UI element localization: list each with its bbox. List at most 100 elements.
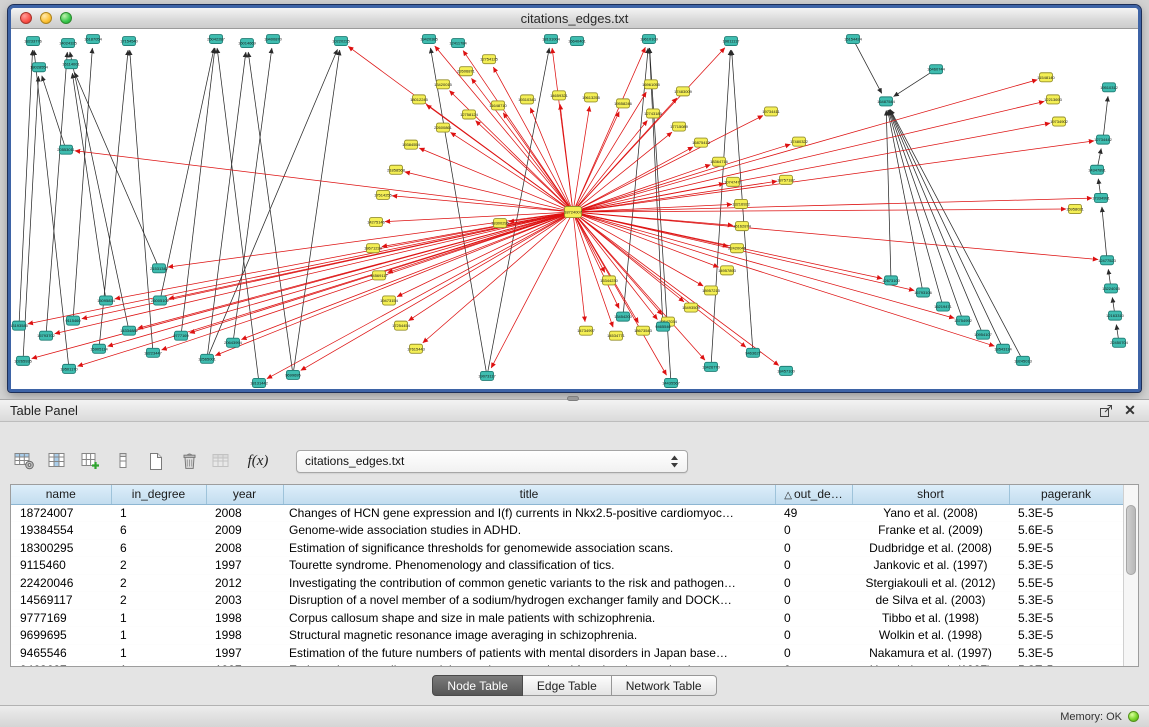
cell-year[interactable]: 2012 [206, 574, 283, 592]
graph-node[interactable]: 14659321 [550, 91, 569, 100]
graph-node[interactable]: 19473154 [380, 296, 399, 305]
table-row[interactable]: 946362711997Embryonic stem cells: a mode… [11, 662, 1123, 668]
graph-node[interactable]: 21531342 [150, 264, 169, 273]
graph-node[interactable]: 16114001 [62, 60, 80, 69]
cell-short[interactable]: Jankovic et al. (1997) [852, 557, 1009, 575]
graph-edge-red[interactable] [409, 212, 573, 321]
graph-node[interactable]: 17334991 [1092, 193, 1111, 202]
graph-node[interactable]: 19734411 [762, 107, 780, 116]
graph-node[interactable]: 19510312 [1100, 83, 1119, 92]
network-canvas-svg[interactable]: 1872400719384554218585681751425514275146… [11, 29, 1138, 389]
graph-edge-red[interactable] [435, 46, 573, 212]
graph-node[interactable]: 18233776 [24, 37, 43, 46]
table-selector-dropdown[interactable]: citations_edges.txt [296, 450, 688, 473]
cell-in_degree[interactable]: 1 [111, 644, 206, 662]
graph-node[interactable]: 12754125 [480, 55, 499, 64]
table-row[interactable]: 1830029562008Estimation of significance … [11, 539, 1123, 557]
graph-node[interactable]: 17483009 [674, 87, 693, 96]
graph-edge-red[interactable] [573, 212, 1098, 259]
graph-node[interactable]: 22600861 [434, 123, 453, 132]
cell-out_degree[interactable]: 0 [775, 609, 852, 627]
graph-node[interactable]: 19073117 [478, 371, 496, 380]
column-header-in-degree[interactable]: in_degree [111, 485, 206, 504]
graph-node[interactable]: 18457100 [777, 366, 796, 375]
table-settings-button[interactable] [10, 448, 38, 474]
graph-node[interactable]: 18543114 [994, 344, 1012, 353]
cell-short[interactable]: Hescheler et al. (1997) [852, 662, 1009, 668]
cell-year[interactable]: 2008 [206, 539, 283, 557]
graph-node[interactable]: 16961055 [642, 80, 661, 89]
cell-year[interactable]: 2003 [206, 592, 283, 610]
graph-node[interactable]: 18131004 [542, 35, 561, 44]
graph-edge-red[interactable] [573, 212, 994, 346]
graph-edge-red[interactable] [573, 209, 1066, 212]
cell-name[interactable]: 18724007 [11, 504, 111, 522]
cell-out_degree[interactable]: 0 [775, 644, 852, 662]
graph-edge-red[interactable] [405, 172, 573, 212]
cell-pagerank[interactable]: 5.3E-5 [1009, 644, 1123, 662]
cell-title[interactable]: Genome-wide association studies in ADHD. [283, 522, 775, 540]
graph-edge-red[interactable] [301, 212, 573, 370]
network-view[interactable]: 1872400719384554218585681751425514275146… [11, 29, 1138, 389]
graph-node[interactable]: 13454200 [614, 312, 633, 321]
cell-in_degree[interactable]: 2 [111, 574, 206, 592]
graph-node[interactable]: 18300295 [491, 219, 510, 228]
cell-pagerank[interactable]: 5.3E-5 [1009, 627, 1123, 645]
graph-node[interactable]: 12163310 [1106, 311, 1125, 320]
graph-edge-black[interactable] [160, 48, 214, 301]
cell-short[interactable]: de Silva et al. (2003) [852, 592, 1009, 610]
graph-node[interactable]: 14275146 [367, 218, 386, 227]
column-header-year[interactable]: year [206, 485, 283, 504]
cell-name[interactable]: 9115460 [11, 557, 111, 575]
graph-node[interactable]: 22420046 [728, 244, 747, 253]
cell-short[interactable]: Stergiakouli et al. (2012) [852, 574, 1009, 592]
graph-edge-black[interactable] [1102, 207, 1107, 260]
graph-node[interactable]: 18131442 [250, 378, 269, 387]
cell-year[interactable]: 1998 [206, 627, 283, 645]
graph-node[interactable]: 14334882 [120, 326, 139, 335]
graph-node[interactable]: 12477523 [1098, 256, 1117, 265]
cell-title[interactable]: Embryonic stem cells: a model to study s… [283, 662, 775, 668]
cell-in_degree[interactable]: 6 [111, 539, 206, 557]
table-row[interactable]: 977716911998Corpus callosum shape and si… [11, 609, 1123, 627]
create-column-button[interactable] [76, 448, 104, 474]
graph-edge-black[interactable] [73, 48, 92, 321]
graph-node[interactable]: 12743185 [644, 109, 663, 118]
graph-node[interactable]: 15344230 [600, 276, 619, 285]
graph-node[interactable]: 26005102 [151, 296, 170, 305]
graph-node[interactable]: 14569117 [370, 271, 388, 280]
graph-node[interactable]: 18724007 [564, 206, 583, 217]
graph-node[interactable]: 21858568 [387, 165, 406, 174]
graph-node[interactable]: 19558246 [614, 99, 633, 108]
graph-node[interactable]: 16187054 [84, 35, 103, 44]
graph-edge-red[interactable] [108, 212, 573, 346]
graph-edge-red[interactable] [392, 196, 573, 212]
graph-node[interactable]: 19245013 [1014, 356, 1033, 365]
graph-node[interactable]: 18364716 [710, 157, 729, 166]
graph-edge-black[interactable] [46, 52, 67, 336]
graph-node[interactable]: 17480322 [790, 137, 809, 146]
graph-node[interactable]: 15493509 [682, 303, 701, 312]
graph-edge-black[interactable] [70, 52, 129, 331]
graph-node[interactable]: 17154540 [120, 37, 139, 46]
graph-edge-red[interactable] [573, 101, 1044, 212]
graph-edge-black[interactable] [75, 72, 159, 268]
cell-title[interactable]: Disruption of a novel member of a sodium… [283, 592, 775, 610]
graph-node[interactable]: 22606871 [457, 67, 476, 76]
graph-node[interactable]: 12213693 [1044, 95, 1063, 104]
cell-in_degree[interactable]: 1 [111, 609, 206, 627]
tab-node-table[interactable]: Node Table [432, 675, 523, 696]
zoom-window-button[interactable] [60, 12, 72, 24]
cell-pagerank[interactable]: 5.9E-5 [1009, 539, 1123, 557]
cell-short[interactable]: Wolkin et al. (1998) [852, 627, 1009, 645]
graph-edge-black[interactable] [889, 110, 983, 335]
column-header-out-degree[interactable]: △out_de… [775, 485, 852, 504]
table-row[interactable]: 1456911722003Disruption of a novel membe… [11, 592, 1123, 610]
cell-pagerank[interactable]: 5.3E-5 [1009, 662, 1123, 668]
graph-node[interactable]: 19310343 [518, 95, 537, 104]
graph-node[interactable]: 18223447 [144, 348, 163, 357]
cell-out_degree[interactable]: 0 [775, 627, 852, 645]
graph-node[interactable]: 16640401 [568, 37, 587, 46]
graph-node[interactable]: 20643994 [224, 338, 243, 347]
cell-title[interactable]: Structural magnetic resonance image aver… [283, 627, 775, 645]
